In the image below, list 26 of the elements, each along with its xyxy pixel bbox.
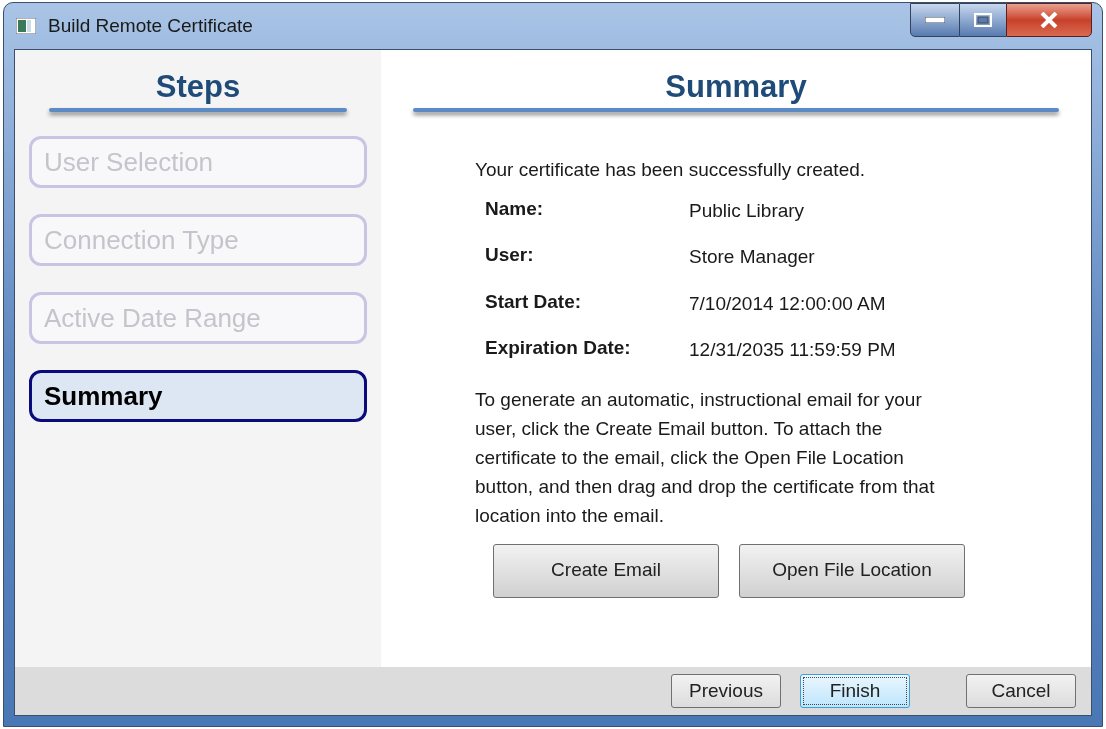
window-title: Build Remote Certificate [48,13,253,38]
success-message: Your certificate has been successfully created. [475,158,867,182]
close-icon [1040,12,1058,28]
instructions-text: To generate an automatic, instructional email for your user, click the Create Email button. To attach the certificate to the email, click the Open File Location button, and then drag and drop the certificate from that location into the email. [475,387,936,528]
cancel-button[interactable]: Cancel [966,674,1076,708]
maximize-icon [974,13,992,27]
app-icon [16,18,36,34]
field-value: 7/10/2014 12:00:00 AM [689,291,887,316]
minimize-button[interactable] [910,3,960,37]
steps-heading: Steps [154,68,242,106]
field-label: Name: [485,196,545,221]
wizard-button[interactable]: Previous [671,674,781,708]
action-button[interactable]: Create Email [493,543,719,598]
field-value: 12/31/2035 11:59:59 PM [689,338,897,362]
field-label: User: [485,243,535,267]
close-button[interactable] [1006,3,1092,37]
minimize-icon [925,17,945,23]
field-value: Store Manager [689,245,816,269]
maximize-button[interactable] [960,3,1006,37]
step-item[interactable]: Summary [29,370,367,422]
action-button[interactable]: Open File Location [739,543,965,598]
summary-heading: Summary [664,68,808,106]
wizard-button[interactable]: Finish [800,674,910,708]
field-label: Expiration Date: [485,336,632,360]
field-label: Start Date: [485,289,583,314]
field-value: Public Library [689,198,806,223]
